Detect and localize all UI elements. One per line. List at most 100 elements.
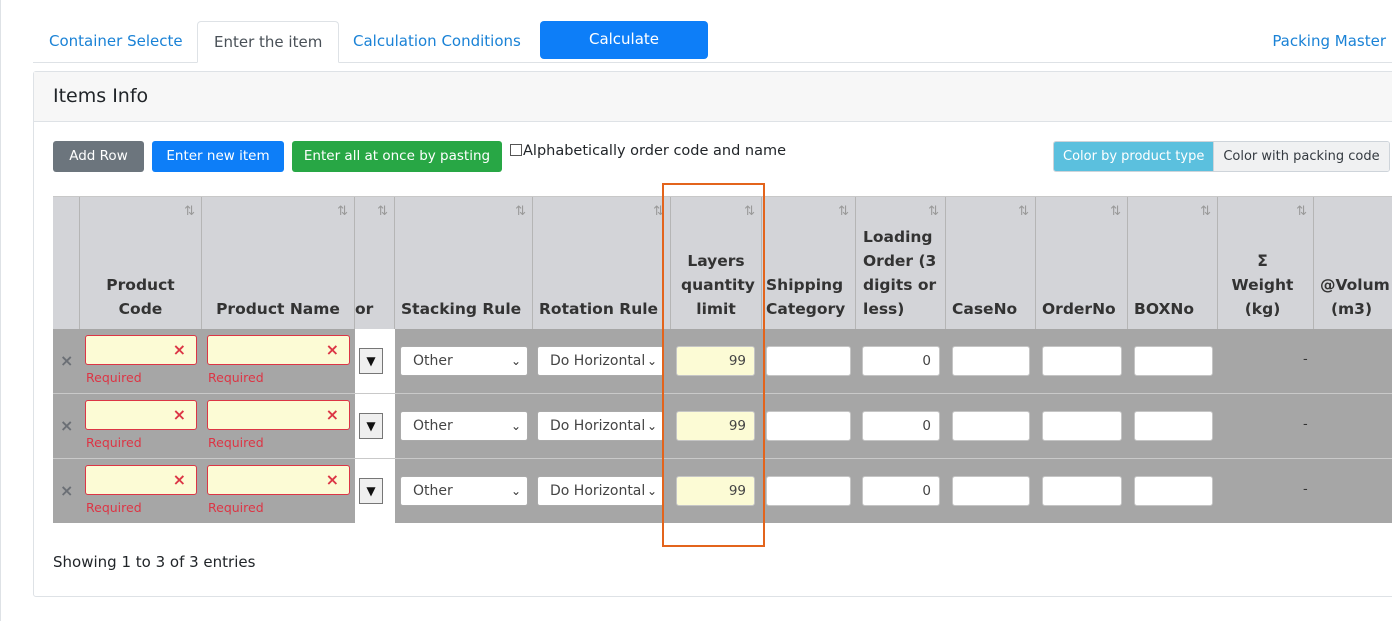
required-message: Required [208,435,264,450]
loading-order-input[interactable]: 0 [862,476,940,506]
header-volume[interactable]: @Volum (m3) [1314,197,1392,329]
header-label: Product Code [106,276,175,318]
alphabetical-label: Alphabetically order code and name [523,143,787,159]
color-mode-toggle: Color by product type Color with packing… [1053,141,1390,172]
box-no-input[interactable] [1134,476,1213,506]
alphabetical-checkbox[interactable] [510,144,522,156]
chevron-down-icon: ⌄ [510,354,521,368]
header-case-no[interactable]: ⇅ CaseNo [946,197,1036,329]
clear-icon[interactable]: × [173,340,186,359]
rotation-rule-value: Do Horizontal [550,483,646,499]
product-code-input[interactable]: × [85,400,197,430]
product-code-input[interactable]: × [85,335,197,365]
stacking-rule-value: Other [413,418,453,434]
stacking-rule-select[interactable]: Other ⌄ [400,411,528,441]
required-message: Required [86,500,142,515]
sort-icon: ⇅ [184,204,195,219]
stacking-rule-select[interactable]: Other ⌄ [400,476,528,506]
rotation-rule-select[interactable]: Do Horizontal ⌄ [537,346,664,376]
header-rotation-rule[interactable]: ⇅ Rotation Rule [533,197,671,329]
add-row-button[interactable]: Add Row [53,141,144,172]
chevron-down-icon: ⌄ [646,484,657,498]
weight-value: - [1303,352,1308,367]
header-color[interactable]: ⇅ or [355,197,395,329]
header-stacking-rule[interactable]: ⇅ Stacking Rule [395,197,533,329]
packing-master-link[interactable]: Packing Master [1272,21,1386,61]
header-box-no[interactable]: ⇅ BOXNo [1128,197,1218,329]
table-row: × × Required × Required ▼ Other ⌄ Do Hori… [53,394,1392,458]
header-label: BOXNo [1134,300,1195,318]
color-select[interactable]: ▼ [359,413,383,439]
remove-row-icon[interactable]: × [60,481,73,500]
clear-icon[interactable]: × [326,470,339,489]
product-name-input[interactable]: × [207,400,350,430]
product-name-input[interactable]: × [207,335,350,365]
layers-limit-input[interactable]: 99 [676,476,755,506]
box-no-input[interactable] [1134,346,1213,376]
rotation-rule-value: Do Horizontal [550,353,646,369]
card-title: Items Info [34,72,1392,122]
calculate-button[interactable]: Calculate [540,21,708,59]
header-label: Loading Order (3 digits or less) [863,228,937,318]
tab-calculation-conditions[interactable]: Calculation Conditions [337,21,537,63]
color-select[interactable]: ▼ [359,478,383,504]
header-label: or [355,300,374,318]
weight-value: - [1303,482,1308,497]
header-layers-limit[interactable]: ⇅ Layers quantity limit [671,197,762,329]
stacking-rule-value: Other [413,353,453,369]
remove-row-icon[interactable]: × [60,351,73,370]
tab-container-select[interactable]: Container Selecte [33,21,199,63]
box-no-input[interactable] [1134,411,1213,441]
color-by-type-button[interactable]: Color by product type [1054,142,1214,171]
header-label: Stacking Rule [401,300,522,318]
color-select[interactable]: ▼ [359,348,383,374]
clear-icon[interactable]: × [326,405,339,424]
header-order-no[interactable]: ⇅ OrderNo [1036,197,1128,329]
sort-icon: ⇅ [1110,204,1121,219]
header-weight[interactable]: ⇅ Σ Weight (kg) [1218,197,1314,329]
required-message: Required [208,500,264,515]
layers-limit-input[interactable]: 99 [676,346,755,376]
header-product-code[interactable]: ⇅ Product Code [80,197,202,329]
loading-order-input[interactable]: 0 [862,346,940,376]
enter-new-item-button[interactable]: Enter new item [152,141,284,172]
table-info: Showing 1 to 3 of 3 entries [53,553,256,571]
header-shipping-category[interactable]: ⇅ Shipping Category [762,197,856,329]
order-no-input[interactable] [1042,476,1122,506]
color-by-code-button[interactable]: Color with packing code [1213,142,1389,171]
shipping-category-input[interactable] [766,346,851,376]
stacking-rule-select[interactable]: Other ⌄ [400,346,528,376]
case-no-input[interactable] [952,411,1030,441]
header-loading-order[interactable]: ⇅ Loading Order (3 digits or less) [856,197,946,329]
product-name-input[interactable]: × [207,465,350,495]
clear-icon[interactable]: × [326,340,339,359]
clear-icon[interactable]: × [173,405,186,424]
sort-icon: ⇅ [1018,204,1029,219]
shipping-category-input[interactable] [766,411,851,441]
rotation-rule-value: Do Horizontal [550,418,646,434]
stacking-rule-value: Other [413,483,453,499]
case-no-input[interactable] [952,476,1030,506]
sort-icon: ⇅ [928,204,939,219]
order-no-input[interactable] [1042,411,1122,441]
tab-enter-item[interactable]: Enter the item [197,21,340,63]
remove-row-icon[interactable]: × [60,416,73,435]
clear-icon[interactable]: × [173,470,186,489]
header-label: Σ Weight (kg) [1231,252,1294,318]
chevron-down-icon: ⌄ [510,484,521,498]
alphabetical-order-option[interactable]: Alphabetically order code and name [510,143,786,159]
shipping-category-input[interactable] [766,476,851,506]
rotation-rule-select[interactable]: Do Horizontal ⌄ [537,476,664,506]
paste-all-button[interactable]: Enter all at once by pasting [292,141,502,172]
header-remove [53,197,80,329]
header-label: OrderNo [1042,300,1116,318]
order-no-input[interactable] [1042,346,1122,376]
layers-limit-input[interactable]: 99 [676,411,755,441]
header-product-name[interactable]: ⇅ Product Name [202,197,355,329]
rotation-rule-select[interactable]: Do Horizontal ⌄ [537,411,664,441]
loading-order-input[interactable]: 0 [862,411,940,441]
case-no-input[interactable] [952,346,1030,376]
page-left-border [0,0,1,621]
product-code-input[interactable]: × [85,465,197,495]
chevron-down-icon: ⌄ [510,419,521,433]
